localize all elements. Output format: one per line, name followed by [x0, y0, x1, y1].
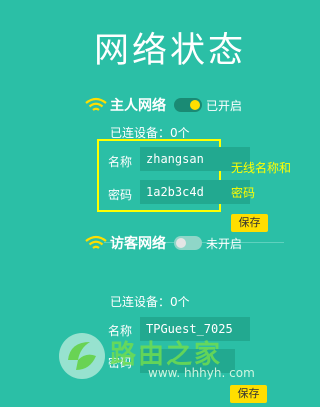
guest-device-count: 已连设备：0个 [110, 295, 190, 309]
annotation-line-2: 密码 [231, 186, 256, 200]
toggle-knob [176, 238, 186, 248]
primary-network-header: 主人网络 已开启 [84, 94, 242, 116]
page-title: 网络状态 [93, 31, 246, 71]
guest-network-toggle[interactable] [174, 236, 202, 250]
wifi-icon [85, 235, 107, 249]
guest-network-title: 访客网络 [110, 236, 166, 252]
primary-save-button[interactable]: 保存 [231, 214, 268, 232]
annotation-line-1: 无线名称和 [231, 161, 292, 175]
primary-password-label: 密码 [108, 188, 133, 202]
primary-network-title: 主人网络 [110, 98, 166, 114]
guest-save-button[interactable]: 保存 [230, 385, 267, 403]
primary-ssid-label: 名称 [108, 155, 133, 169]
toggle-knob [190, 100, 200, 110]
guest-network-header: 访客网络 未开启 [84, 232, 242, 254]
guest-network-status: 未开启 [206, 236, 243, 251]
watermark-logo-icon [59, 333, 105, 379]
primary-network-status: 已开启 [206, 98, 243, 113]
wifi-icon [85, 97, 107, 111]
primary-network-toggle[interactable] [174, 98, 202, 112]
watermark-url: www. hhhyh. com [148, 366, 255, 380]
